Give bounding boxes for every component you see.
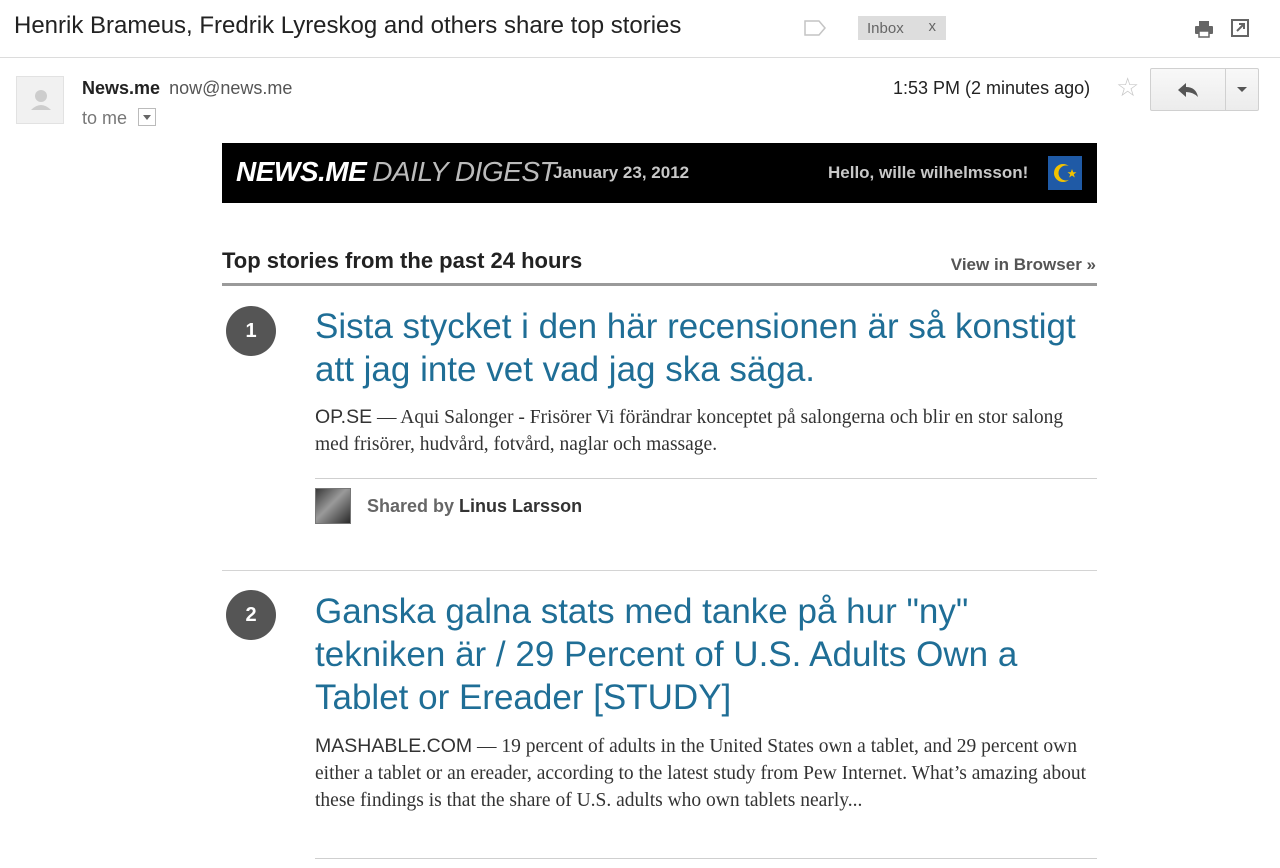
recipient-line: to me: [82, 108, 157, 129]
star-icon[interactable]: ☆: [1116, 74, 1139, 100]
story-headline-link[interactable]: Sista stycket i den här recensionen är s…: [315, 305, 1097, 391]
sharer-name[interactable]: Linus Larsson: [459, 496, 582, 516]
remove-label-button[interactable]: x: [929, 18, 937, 35]
story-separator: [222, 570, 1097, 571]
shared-by-prefix: Shared by: [367, 496, 455, 516]
story-summary: OP.SE — Aqui Salonger - Frisörer Vi förä…: [315, 404, 1097, 458]
story-source: MASHABLE.COM: [315, 735, 473, 757]
digest-date: January 23, 2012: [553, 163, 690, 182]
shared-by-line: Shared by Linus Larsson: [367, 496, 582, 517]
timestamp: 1:53 PM (2 minutes ago): [893, 78, 1091, 98]
inbox-label-text: Inbox: [867, 19, 904, 37]
banner-brand: NEWS.ME DAILY DIGEST: [236, 156, 557, 188]
show-details-dropdown[interactable]: [138, 108, 157, 127]
story-source: OP.SE: [315, 406, 373, 428]
story-summary: MASHABLE.COM — 19 percent of adults in t…: [315, 733, 1097, 814]
digest-banner: NEWS.ME DAILY DIGEST January 23, 2012 Hel…: [222, 143, 1097, 203]
story-divider: [315, 478, 1097, 479]
reply-button-group: [1150, 68, 1259, 111]
chevron-down-icon: [1237, 87, 1247, 92]
more-actions-button[interactable]: [1226, 69, 1258, 110]
brand-light: DAILY DIGEST: [372, 156, 557, 187]
sender-name[interactable]: News.me: [82, 78, 160, 98]
section-title: Top stories from the past 24 hours: [222, 248, 583, 273]
flag-icon: [1048, 156, 1082, 190]
story-number-badge: 1: [226, 306, 276, 356]
brand-bold: NEWS.ME: [236, 156, 367, 187]
sender-line: News.me now@news.me: [82, 78, 292, 99]
label-tag-icon[interactable]: [804, 20, 826, 36]
sharer-avatar[interactable]: [315, 488, 351, 524]
reply-arrow-icon: [1178, 82, 1198, 97]
greeting: Hello, wille wilhelmsson!: [828, 163, 1029, 182]
subject-bar: Henrik Brameus, Fredrik Lyreskog and oth…: [0, 0, 1280, 58]
print-icon[interactable]: [1193, 19, 1215, 39]
inbox-label-chip[interactable]: Inbox x: [858, 16, 946, 40]
reply-button[interactable]: [1151, 69, 1226, 110]
view-in-browser-link[interactable]: View in Browser »: [951, 255, 1096, 275]
default-avatar-icon: [31, 90, 51, 110]
new-window-icon[interactable]: [1230, 18, 1250, 38]
sender-avatar: [16, 76, 64, 124]
sender-email: now@news.me: [169, 78, 293, 98]
story-summary-text: — Aqui Salonger - Frisörer Vi förändrar …: [315, 407, 1064, 455]
section-divider: [222, 283, 1097, 286]
story-headline-link[interactable]: Ganska galna stats med tanke på hur "ny"…: [315, 590, 1097, 719]
story-divider: [315, 858, 1097, 859]
email-subject: Henrik Brameus, Fredrik Lyreskog and oth…: [14, 12, 682, 39]
story-number-badge: 2: [226, 590, 276, 640]
recipient-text: to me: [82, 108, 128, 128]
